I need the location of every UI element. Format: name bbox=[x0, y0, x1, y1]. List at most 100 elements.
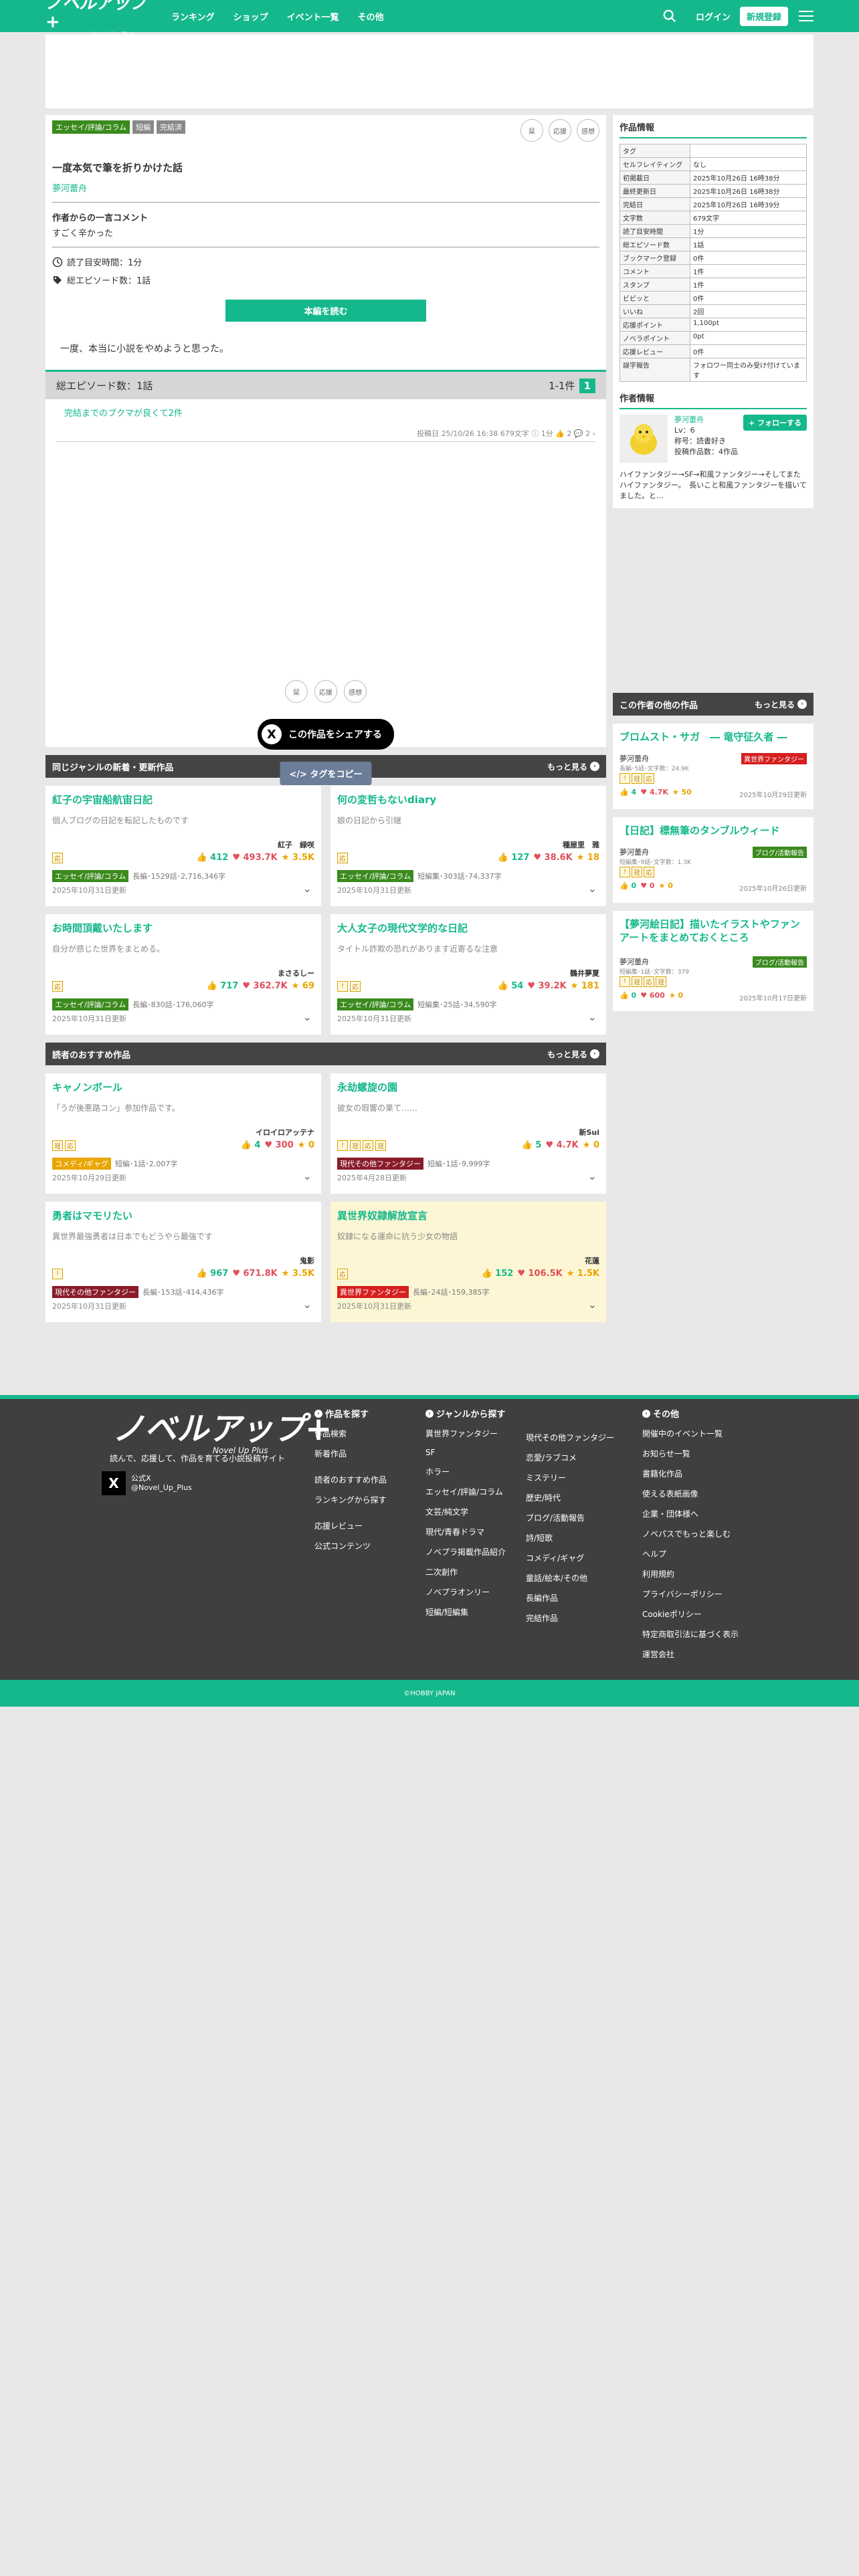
footer-link[interactable]: 新着作品 bbox=[314, 1448, 387, 1459]
card-title[interactable]: 異世界奴隷解放宣言 bbox=[337, 1208, 599, 1222]
login-link[interactable]: ログイン bbox=[696, 10, 731, 23]
footer-link[interactable]: 文芸/純文学 bbox=[425, 1506, 506, 1517]
chevron-down-icon[interactable]: ⌄ bbox=[303, 1170, 312, 1182]
card-author[interactable]: 種屋里 雅 bbox=[563, 839, 599, 850]
card-title[interactable]: 永劫螺旋の園 bbox=[337, 1080, 599, 1094]
genre-tag[interactable]: 現代その他ファンタジー bbox=[337, 1158, 423, 1170]
footer-link[interactable]: 特定商取引法に基づく表示 bbox=[642, 1628, 739, 1640]
nav-ranking[interactable]: ランキング bbox=[171, 10, 215, 23]
nav-other[interactable]: その他 bbox=[358, 10, 384, 23]
follow-button[interactable]: + フォローする bbox=[743, 415, 807, 431]
footer-link[interactable]: 現代その他ファンタジー bbox=[526, 1432, 614, 1443]
share-x-button[interactable]: X この作品をシェアする bbox=[258, 719, 394, 750]
card-title[interactable]: 【夢河絵日記】描いたイラストやファンアートをまとめておくところ bbox=[619, 918, 807, 944]
footer-link[interactable]: 利用規約 bbox=[642, 1568, 739, 1580]
footer-link[interactable]: 公式コンテンツ bbox=[314, 1540, 387, 1551]
other-work-card[interactable]: ブロムスト・サガ ― 竜守征久者 ― 夢河蕾舟 異世界ファンタジー 長編･5話･文字数… bbox=[613, 724, 814, 809]
genre-badge[interactable]: 異世界ファンタジー bbox=[741, 753, 807, 764]
support-icon[interactable]: 応援 bbox=[549, 119, 571, 142]
hamburger-menu-icon[interactable] bbox=[799, 11, 814, 21]
chevron-down-icon[interactable]: ⌄ bbox=[588, 1298, 597, 1311]
genre-tag[interactable]: エッセイ/評論/コラム bbox=[337, 870, 414, 882]
chevron-down-icon[interactable]: ⌄ bbox=[588, 1010, 597, 1023]
other-work-card[interactable]: 【日記】標無筆のタンブルウィード 夢河蕾舟 ブログ/活動報告 短編集･9話･文字数：1… bbox=[613, 817, 814, 903]
chevron-down-icon[interactable]: ⌄ bbox=[588, 1170, 597, 1182]
chevron-down-icon[interactable]: ⌄ bbox=[303, 1010, 312, 1023]
footer-link[interactable]: ヘルプ bbox=[642, 1548, 739, 1560]
card-author[interactable]: 夢河蕾舟 bbox=[619, 956, 649, 967]
footer-link[interactable]: 開催中のイベント一覧 bbox=[642, 1428, 739, 1439]
more-link[interactable]: もっと見る › bbox=[755, 699, 807, 710]
footer-link[interactable]: 現代/青春ドラマ bbox=[425, 1526, 506, 1537]
footer-link[interactable]: 使える表紙画像 bbox=[642, 1488, 739, 1499]
card-title[interactable]: 紅子の宇宙船航宙日記 bbox=[52, 792, 314, 807]
genre-tag[interactable]: 現代その他ファンタジー bbox=[52, 1286, 138, 1298]
footer-link[interactable]: 二次創作 bbox=[425, 1566, 506, 1578]
footer-link[interactable]: エッセイ/評論/コラム bbox=[425, 1486, 506, 1497]
author-name-link[interactable]: 夢河蕾舟 bbox=[674, 415, 738, 425]
card-author[interactable]: 紅子 緑咲 bbox=[278, 839, 314, 850]
footer-link[interactable]: 歴史/時代 bbox=[526, 1492, 614, 1503]
card-title[interactable]: 勇者はマモリたい bbox=[52, 1208, 314, 1222]
card-title[interactable]: キャノンボール bbox=[52, 1080, 314, 1094]
review-icon[interactable]: 感想 bbox=[577, 119, 599, 142]
footer-link[interactable]: ノベプラオンリー bbox=[425, 1586, 506, 1598]
footer-logo[interactable]: ノベルアップ+ Novel Up Plus bbox=[112, 1412, 332, 1455]
card-author[interactable]: 鶴井夢夏 bbox=[570, 968, 599, 978]
review-icon[interactable]: 感想 bbox=[344, 680, 367, 703]
card-author[interactable]: 花蓮 bbox=[585, 1255, 599, 1266]
footer-link[interactable]: ノベプラ掲載作品紹介 bbox=[425, 1546, 506, 1558]
other-work-card[interactable]: 【夢河絵日記】描いたイラストやファンアートをまとめておくところ夢河蕾舟 ブログ/活… bbox=[613, 911, 814, 1011]
footer-link[interactable]: 書籍化作品 bbox=[642, 1468, 739, 1479]
genre-tag[interactable]: エッセイ/評論/コラム bbox=[52, 998, 129, 1010]
genre-badge[interactable]: ブログ/活動報告 bbox=[752, 956, 807, 968]
footer-link[interactable]: 作品検索 bbox=[314, 1428, 387, 1439]
work-card[interactable]: 紅子の宇宙船航宙日記 個人ブログの日記を転記したものです 紅子 緑咲応 👍 412 ♥ … bbox=[45, 786, 321, 906]
footer-link[interactable]: Cookieポリシー bbox=[642, 1608, 739, 1620]
work-card[interactable]: 異世界奴隷解放宣言 奴隷になる運命に抗う少女の物語 花蓮応 👍 152 ♥ 106.5K… bbox=[330, 1202, 606, 1322]
support-icon[interactable]: 応援 bbox=[314, 680, 337, 703]
footer-link[interactable]: ホラー bbox=[425, 1466, 506, 1477]
card-title[interactable]: ブロムスト・サガ ― 竜守征久者 ― bbox=[619, 730, 807, 744]
footer-link[interactable]: SF bbox=[425, 1448, 506, 1457]
card-author[interactable]: 夢河蕾舟 bbox=[619, 847, 649, 857]
card-title[interactable]: 大人女子の現代文学的な日記 bbox=[337, 921, 599, 935]
footer-link[interactable]: 童話/絵本/その他 bbox=[526, 1572, 614, 1584]
genre-badge[interactable]: ブログ/活動報告 bbox=[752, 847, 807, 858]
genre-tag[interactable]: エッセイ/評論/コラム bbox=[52, 120, 130, 134]
genre-tag[interactable]: エッセイ/評論/コラム bbox=[52, 870, 129, 882]
more-link[interactable]: もっと見る › bbox=[547, 1049, 599, 1060]
footer-link[interactable]: 応援レビュー bbox=[314, 1520, 387, 1531]
work-card[interactable]: 大人女子の現代文学的な日記 タイトル詐欺の恐れがあります近寄るな注意 鶴井夢夏! 応 👍… bbox=[330, 914, 606, 1035]
work-card[interactable]: 何の変哲もないdiary 娘の日記から引継 種屋里 雅応 👍 127 ♥ 38.6K ★ … bbox=[330, 786, 606, 906]
card-author[interactable]: 夢河蕾舟 bbox=[619, 753, 649, 764]
footer-x-link[interactable]: X 公式X @Novel_Up_Plus bbox=[102, 1471, 192, 1495]
episode-link[interactable]: 完結までのブクマが良くて2件 bbox=[56, 406, 595, 419]
work-card[interactable]: 勇者はマモリたい 異世界最強勇者は日本でもどうやら最強です 鬼影! 👍 967 ♥ 67… bbox=[45, 1202, 321, 1322]
card-author[interactable]: 新Sui bbox=[579, 1127, 599, 1138]
footer-link[interactable]: 短編/短編集 bbox=[425, 1606, 506, 1618]
genre-tag[interactable]: 異世界ファンタジー bbox=[337, 1286, 409, 1298]
footer-link[interactable]: 運営会社 bbox=[642, 1648, 739, 1660]
work-card[interactable]: お時間頂戴いたします 自分が感じた世界をまとめる。 まさるしー応 👍 717 ♥ 362… bbox=[45, 914, 321, 1035]
footer-link[interactable]: 異世界ファンタジー bbox=[425, 1428, 506, 1439]
site-logo[interactable]: ノベルアップ+ Novel Up Plus bbox=[45, 0, 159, 38]
footer-link[interactable]: 読者のおすすめ作品 bbox=[314, 1474, 387, 1485]
footer-link[interactable]: 長編作品 bbox=[526, 1592, 614, 1604]
work-card[interactable]: キャノンボール 「うが後悪路コン」参加作品です。 イロイロアッテナ冠応 👍 4 ♥ 30… bbox=[45, 1073, 321, 1194]
footer-link[interactable]: 恋愛/ラブコメ bbox=[526, 1452, 614, 1463]
nav-events[interactable]: イベント一覧 bbox=[287, 10, 339, 23]
copy-tag-button[interactable]: </> タグをコピー bbox=[280, 762, 372, 785]
read-button[interactable]: 本編を読む bbox=[225, 300, 426, 322]
card-title[interactable]: 何の変哲もないdiary bbox=[337, 792, 599, 807]
bookmark-icon[interactable]: 栞 bbox=[520, 119, 543, 142]
work-card[interactable]: 永劫螺旋の園 彼女の瑕響の果て…… 新Sui! 冠応冠 👍 5 ♥ 4.7K ★ 0 現代その… bbox=[330, 1073, 606, 1194]
footer-link[interactable]: ノベパスでもっと楽しむ bbox=[642, 1528, 739, 1539]
footer-link[interactable]: ランキングから探す bbox=[314, 1494, 387, 1505]
card-title[interactable]: 【日記】標無筆のタンブルウィード bbox=[619, 824, 807, 837]
signup-button[interactable]: 新規登録 bbox=[739, 6, 788, 26]
more-link[interactable]: もっと見る › bbox=[547, 761, 599, 772]
footer-link[interactable]: ブログ/活動報告 bbox=[526, 1512, 614, 1523]
footer-link[interactable]: コメディ/ギャグ bbox=[526, 1552, 614, 1564]
footer-link[interactable]: プライバシーポリシー bbox=[642, 1588, 739, 1600]
